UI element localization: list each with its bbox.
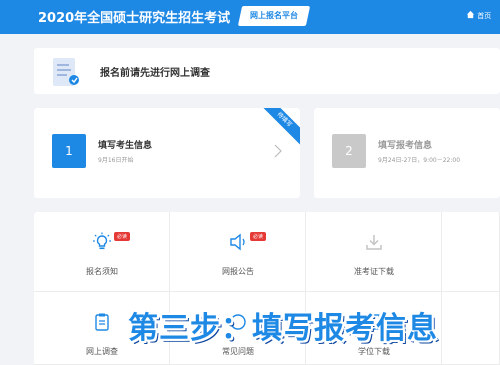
grid-item-partial[interactable]	[442, 292, 500, 365]
step-title: 填写报考信息	[378, 141, 433, 151]
grid-item-label: 学位下载	[358, 347, 390, 356]
download-icon	[366, 235, 382, 250]
site-title: 2020年全国硕士研究生招生考试	[38, 11, 231, 26]
clipboard-icon	[95, 313, 109, 331]
grid-item-label: 网上调查	[86, 347, 118, 356]
step-date: 9月16日开始	[98, 157, 134, 164]
lightbulb-icon	[93, 232, 111, 250]
survey-prompt: 报名前请先进行网上调查	[100, 68, 210, 79]
survey-document-icon	[53, 58, 79, 86]
grid-item-label: 报名须知	[86, 267, 118, 276]
step-number: 1	[52, 134, 86, 168]
step-card-2[interactable]: 2 填写报考信息 9月24日-27日，9:00－22:00	[314, 108, 500, 198]
grid-item-label: 准考证下载	[354, 267, 394, 276]
platform-badge: 网上报名平台	[237, 6, 311, 26]
grid-item-announcement[interactable]: 必读 网报公告	[170, 212, 306, 292]
grid-item-label: 网报公告	[222, 267, 254, 276]
step-title: 填写考生信息	[98, 141, 153, 151]
grid-item-admission-ticket[interactable]: 准考证下载	[306, 212, 442, 292]
step-overlay-caption: 第三步：填写报考信息	[128, 311, 438, 346]
home-link-label: 首页	[477, 12, 492, 20]
megaphone-icon	[230, 233, 245, 251]
survey-card[interactable]: 报名前请先进行网上调查	[34, 48, 500, 94]
home-link[interactable]: 首页	[466, 10, 491, 21]
top-navigation-bar: 2020年全国硕士研究生招生考试 网上报名平台 首页	[0, 0, 500, 34]
step-card-1[interactable]: 1 填写考生信息 9月16日开始 待填写	[34, 108, 300, 198]
chevron-right-icon	[274, 144, 282, 158]
required-tag: 必读	[250, 232, 267, 241]
required-tag: 必读	[114, 232, 131, 241]
platform-badge-label: 网上报名平台	[250, 11, 298, 20]
grid-item-label: 常见问题	[222, 347, 254, 356]
step-date: 9月24日-27日，9:00－22:00	[378, 157, 461, 164]
grid-item-notice[interactable]: 必读 报名须知	[34, 212, 170, 292]
home-icon	[466, 10, 475, 19]
step-number: 2	[332, 134, 366, 168]
grid-item-partial[interactable]	[442, 212, 500, 292]
